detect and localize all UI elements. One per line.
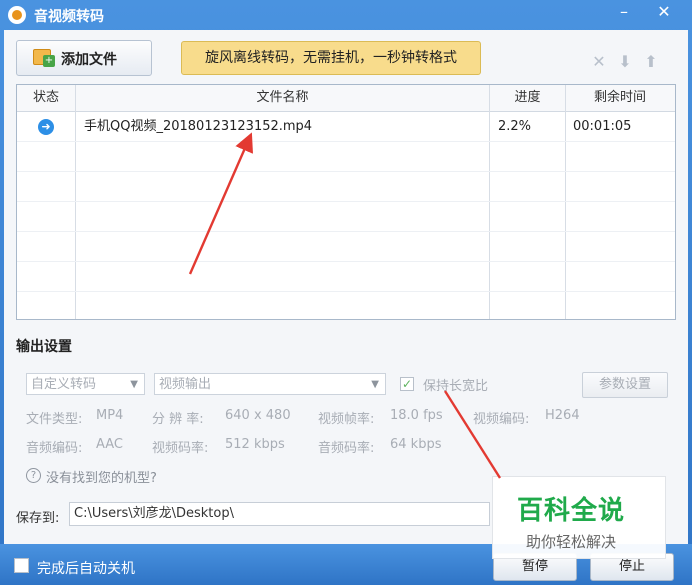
audio-codec-label: 音频编码:	[26, 441, 83, 456]
video-bitrate-value: 512 kbps	[225, 437, 285, 452]
table-row	[17, 172, 675, 202]
audio-codec-value: AAC	[96, 437, 123, 452]
table-row	[17, 232, 675, 262]
video-codec-label: 视频编码:	[473, 412, 530, 427]
column-filename[interactable]: 文件名称	[76, 85, 490, 111]
app-icon	[8, 6, 26, 24]
audio-bitrate-label: 音频码率:	[318, 441, 375, 456]
parameter-settings-button[interactable]: 参数设置	[582, 372, 668, 398]
table-row[interactable]: ➜ 手机QQ视频_20180123123152.mp4 2.2% 00:01:0…	[17, 112, 675, 142]
save-path-input[interactable]: C:\Users\刘彦龙\Desktop\	[69, 502, 490, 526]
resolution-label: 分 辨 率:	[152, 412, 204, 427]
file-type-value: MP4	[96, 408, 124, 423]
output-settings-title: 输出设置	[16, 339, 72, 355]
device-not-found-link[interactable]: 没有找到您的机型?	[46, 467, 157, 486]
watermark-title: 百科全说	[517, 496, 626, 526]
video-codec-value: H264	[545, 408, 580, 423]
watermark-subtitle: 助你轻松解决	[526, 533, 617, 551]
file-list-table: 状态 文件名称 进度 剩余时间 ➜ 手机QQ视频_20180123123152.…	[16, 84, 676, 320]
auto-shutdown-checkbox[interactable]	[14, 558, 29, 573]
column-progress[interactable]: 进度	[490, 85, 566, 111]
move-up-icon[interactable]: ⬆	[642, 53, 660, 71]
add-file-button[interactable]: 添加文件	[16, 40, 152, 76]
remaining-time: 00:01:05	[573, 119, 632, 134]
window-title: 音视频转码	[34, 9, 104, 25]
profile-value: 自定义转码	[31, 377, 97, 392]
title-bar: 音视频转码 – ✕	[0, 0, 692, 30]
close-button[interactable]: ✕	[644, 0, 684, 24]
delete-icon[interactable]: ✕	[590, 53, 608, 71]
table-row	[17, 202, 675, 232]
promo-banner[interactable]: 旋风离线转码，无需挂机，一秒钟转格式	[181, 41, 481, 75]
main-panel: 添加文件 旋风离线转码，无需挂机，一秒钟转格式 ✕ ⬇ ⬆ 状态 文件名称 进度…	[4, 30, 688, 544]
progress-value: 2.2%	[498, 119, 532, 134]
chevron-down-icon: ▼	[371, 379, 379, 390]
framerate-value: 18.0 fps	[390, 408, 443, 423]
profile-select[interactable]: 自定义转码 ▼	[26, 373, 145, 395]
output-type-value: 视频输出	[159, 377, 212, 392]
add-folder-icon	[33, 49, 55, 67]
column-status[interactable]: 状态	[17, 85, 76, 111]
file-type-label: 文件类型:	[26, 412, 83, 427]
minimize-button[interactable]: –	[604, 0, 644, 24]
save-to-label: 保存到:	[16, 511, 60, 526]
framerate-label: 视频帧率:	[318, 412, 375, 427]
file-name: 手机QQ视频_20180123123152.mp4	[84, 119, 313, 134]
table-row	[17, 142, 675, 172]
move-down-icon[interactable]: ⬇	[616, 53, 634, 71]
keep-aspect-ratio-checkbox[interactable]: ✓	[400, 377, 414, 391]
video-bitrate-label: 视频码率:	[152, 441, 209, 456]
chevron-down-icon: ▼	[130, 379, 138, 390]
watermark-logo: 百科全说 助你轻松解决	[492, 476, 666, 559]
table-row	[17, 262, 675, 292]
play-arrow-icon: ➜	[38, 119, 54, 135]
output-type-select[interactable]: 视频输出 ▼	[154, 373, 386, 395]
audio-bitrate-value: 64 kbps	[390, 437, 442, 452]
table-row	[17, 292, 675, 319]
question-icon: ?	[26, 468, 41, 483]
table-header: 状态 文件名称 进度 剩余时间	[17, 85, 675, 112]
add-file-label: 添加文件	[61, 52, 117, 68]
resolution-value: 640 x 480	[225, 408, 291, 423]
auto-shutdown-label: 完成后自动关机	[37, 561, 135, 577]
window: 音视频转码 – ✕ 添加文件 旋风离线转码，无需挂机，一秒钟转格式 ✕ ⬇ ⬆ …	[0, 0, 692, 585]
column-remaining-time[interactable]: 剩余时间	[566, 85, 674, 111]
keep-aspect-ratio-label: 保持长宽比	[423, 379, 489, 394]
